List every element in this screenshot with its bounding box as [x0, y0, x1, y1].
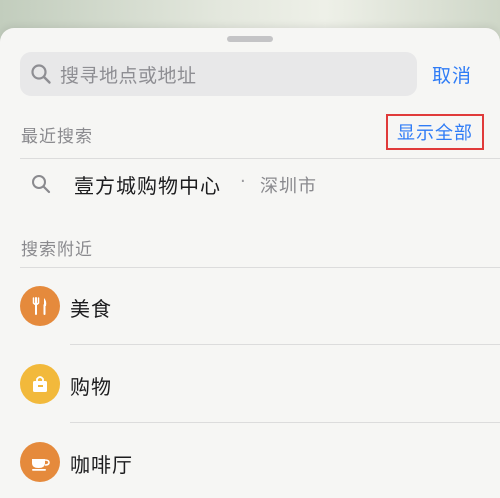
search-placeholder: 搜寻地点或地址	[60, 64, 197, 87]
recent-search-item[interactable]: 壹方城购物中心 · 深圳市	[0, 166, 500, 202]
show-all-label: 显示全部	[397, 123, 473, 144]
shopping-bag-icon	[20, 364, 60, 404]
category-food-label: 美食	[70, 297, 112, 321]
recent-item-separator: ·	[240, 171, 246, 192]
coffee-cup-icon	[20, 442, 60, 482]
recent-item-city: 深圳市	[260, 176, 317, 197]
category-shopping[interactable]: 购物	[0, 356, 500, 412]
nearby-heading: 搜索附近	[21, 240, 93, 260]
recent-item-name: 壹方城购物中心	[74, 174, 221, 198]
recent-searches-heading: 最近搜索	[21, 127, 93, 147]
sheet-grabber[interactable]	[227, 36, 273, 42]
category-coffee-label: 咖啡厅	[70, 453, 133, 477]
category-food[interactable]: 美食	[0, 278, 500, 334]
search-icon	[31, 64, 51, 84]
cancel-button[interactable]: 取消	[432, 61, 472, 88]
divider	[20, 158, 500, 159]
show-all-button[interactable]: 显示全部	[386, 114, 484, 150]
magnifier-icon	[32, 175, 51, 194]
search-sheet: 搜寻地点或地址 取消 最近搜索 显示全部 壹方城购物中心 · 深圳市 搜索附近	[0, 28, 500, 498]
fork-knife-icon	[20, 286, 60, 326]
category-shopping-label: 购物	[70, 375, 112, 399]
category-coffee[interactable]: 咖啡厅	[0, 434, 500, 490]
search-input[interactable]: 搜寻地点或地址	[20, 52, 417, 96]
divider	[70, 422, 500, 423]
divider	[70, 344, 500, 345]
divider	[20, 267, 500, 268]
